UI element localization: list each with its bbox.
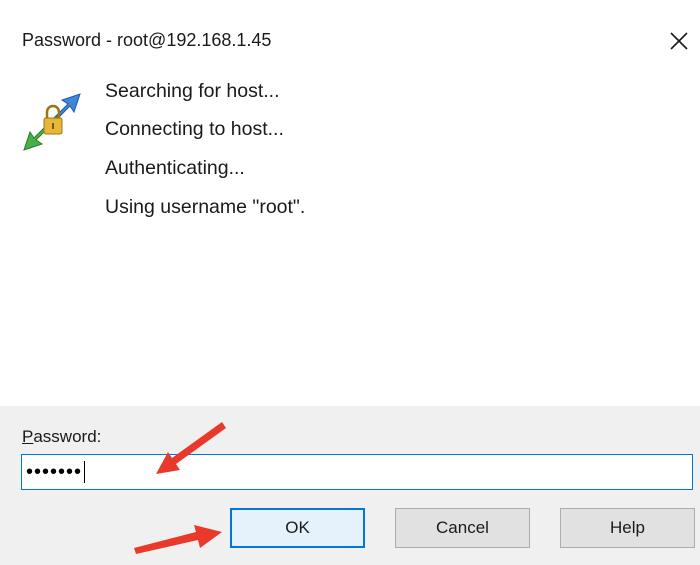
password-label-accelerator: P xyxy=(22,427,34,446)
status-message-searching: Searching for host... xyxy=(105,80,280,102)
password-label-text: assword: xyxy=(33,427,102,446)
status-message-username: Using username "root". xyxy=(105,196,306,218)
close-icon xyxy=(670,32,688,50)
putty-key-exchange-icon xyxy=(23,93,81,151)
password-value: ••••••• xyxy=(26,461,83,483)
status-message-authenticating: Authenticating... xyxy=(105,157,245,179)
cancel-button[interactable]: Cancel xyxy=(395,508,530,548)
help-button[interactable]: Help xyxy=(560,508,695,548)
password-label: Password: xyxy=(22,427,101,447)
text-caret xyxy=(84,461,86,483)
close-button[interactable] xyxy=(664,26,694,56)
ok-button[interactable]: OK xyxy=(230,508,365,548)
window-top-edge xyxy=(0,0,700,15)
dialog-title: Password - root@192.168.1.45 xyxy=(22,30,272,50)
password-input[interactable]: ••••••• xyxy=(21,454,693,490)
status-message-connecting: Connecting to host... xyxy=(105,118,284,140)
